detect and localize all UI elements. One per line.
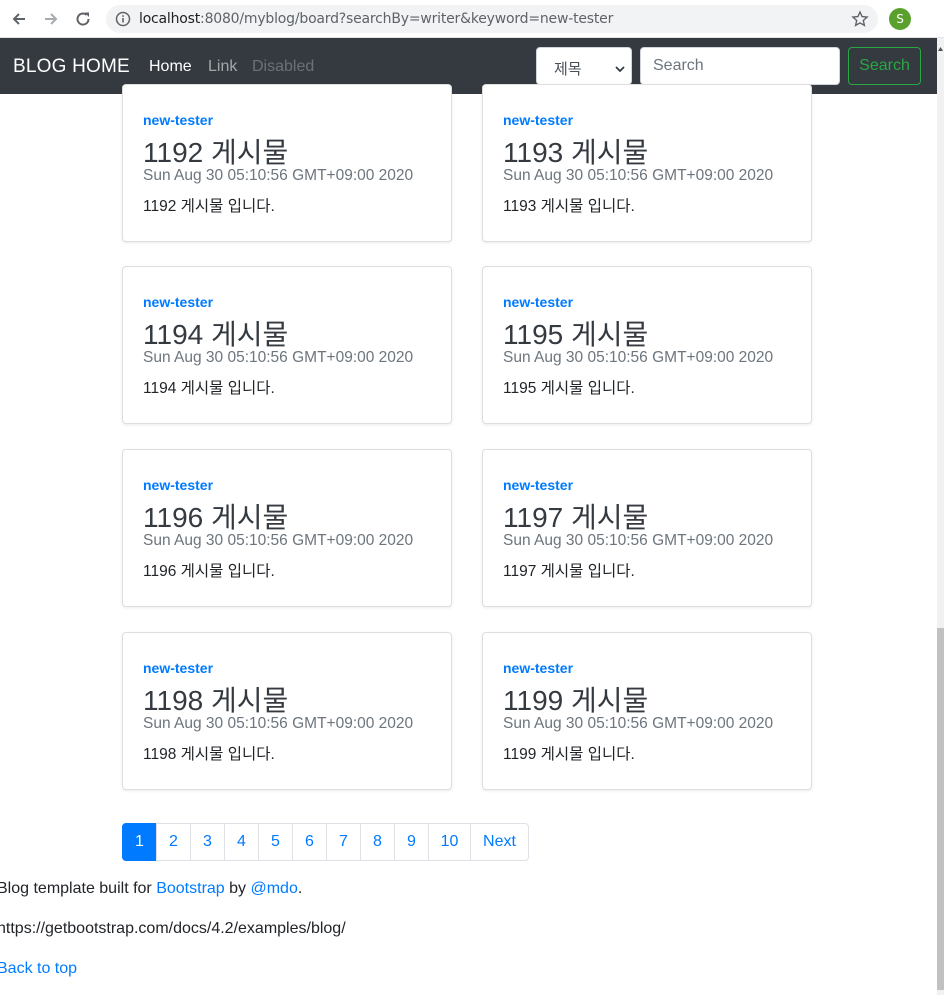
pagination: 1 2 3 4 5 6 7 8 9 10 Next [122,823,529,861]
post-excerpt: 1194 게시물 입니다. [143,380,275,397]
post-date: Sun Aug 30 05:10:56 GMT+09:00 2020 [503,715,774,732]
post-title[interactable]: 1193 게시물 [503,131,648,171]
post-excerpt: 1198 게시물 입니다. [143,746,275,763]
url-path: :8080/myblog/board?searchBy=writer&keywo… [200,11,614,27]
post-excerpt: 1199 게시물 입니다. [503,746,635,763]
page-link-4[interactable]: 4 [224,823,259,861]
footer-period: . [297,880,303,897]
brand-link[interactable]: BLOG HOME [13,56,130,78]
next-page-link[interactable]: Next [470,823,529,861]
post-excerpt: 1193 게시물 입니다. [503,198,635,215]
profile-avatar[interactable]: S [889,8,911,30]
post-card[interactable]: new-tester 1192 게시물 Sun Aug 30 05:10:56 … [122,84,452,242]
page-link-7[interactable]: 7 [326,823,361,861]
footer-credit-text: Blog template built for [0,880,157,897]
reload-icon[interactable] [72,8,94,30]
footer-by-text: by [224,880,251,897]
page-link-1[interactable]: 1 [122,823,157,861]
post-card[interactable]: new-tester 1194 게시물 Sun Aug 30 05:10:56 … [122,266,452,424]
footer-back-to-top: Back to top [0,960,77,978]
post-card[interactable]: new-tester 1199 게시물 Sun Aug 30 05:10:56 … [482,632,812,790]
chevron-down-icon [615,61,625,73]
page-link-9[interactable]: 9 [394,823,429,861]
search-type-select[interactable]: 제목 [536,47,632,85]
post-author[interactable]: new-tester [143,660,213,676]
post-card[interactable]: new-tester 1198 게시물 Sun Aug 30 05:10:56 … [122,632,452,790]
post-author[interactable]: new-tester [503,477,573,493]
post-date: Sun Aug 30 05:10:56 GMT+09:00 2020 [143,167,414,184]
post-title[interactable]: 1199 게시물 [503,679,648,719]
post-author[interactable]: new-tester [503,294,573,310]
scroll-up-arrow-icon[interactable] [937,40,944,51]
url-host: localhost [139,11,201,27]
back-to-top-link[interactable]: Back to top [0,960,77,977]
page-scrollbar[interactable] [937,38,944,995]
page-link-2[interactable]: 2 [156,823,191,861]
post-card[interactable]: new-tester 1193 게시물 Sun Aug 30 05:10:56 … [482,84,812,242]
bootstrap-link[interactable]: Bootstrap [156,880,224,897]
post-author[interactable]: new-tester [143,477,213,493]
nav-link-link[interactable]: Link [208,58,237,76]
browser-toolbar: localhost:8080/myblog/board?searchBy=wri… [0,0,944,38]
post-author[interactable]: new-tester [503,660,573,676]
forward-arrow-icon[interactable] [40,8,62,30]
search-input[interactable] [640,47,840,85]
footer-docs-url: https://getbootstrap.com/docs/4.2/exampl… [0,920,346,937]
post-author[interactable]: new-tester [503,112,573,128]
post-author[interactable]: new-tester [143,294,213,310]
post-date: Sun Aug 30 05:10:56 GMT+09:00 2020 [503,167,774,184]
post-date: Sun Aug 30 05:10:56 GMT+09:00 2020 [143,349,414,366]
post-date: Sun Aug 30 05:10:56 GMT+09:00 2020 [143,532,414,549]
post-excerpt: 1195 게시물 입니다. [503,380,635,397]
post-excerpt: 1196 게시물 입니다. [143,563,275,580]
post-title[interactable]: 1195 게시물 [503,313,648,353]
search-button[interactable]: Search [848,47,921,85]
page-link-3[interactable]: 3 [190,823,225,861]
post-card[interactable]: new-tester 1196 게시물 Sun Aug 30 05:10:56 … [122,449,452,607]
mdo-link[interactable]: @mdo [250,880,297,897]
page-link-8[interactable]: 8 [360,823,395,861]
nav-home-link[interactable]: Home [149,58,192,76]
post-date: Sun Aug 30 05:10:56 GMT+09:00 2020 [503,349,774,366]
post-excerpt: 1192 게시물 입니다. [143,198,275,215]
address-bar[interactable]: localhost:8080/myblog/board?searchBy=wri… [106,5,878,33]
post-card[interactable]: new-tester 1197 게시물 Sun Aug 30 05:10:56 … [482,449,812,607]
scrollbar-thumb[interactable] [937,628,944,990]
page-link-10[interactable]: 10 [428,823,471,861]
post-date: Sun Aug 30 05:10:56 GMT+09:00 2020 [143,715,414,732]
nav-disabled-link: Disabled [252,58,315,75]
page-link-6[interactable]: 6 [292,823,327,861]
post-title[interactable]: 1196 게시물 [143,496,288,536]
post-title[interactable]: 1197 게시물 [503,496,648,536]
page-link-5[interactable]: 5 [258,823,293,861]
post-date: Sun Aug 30 05:10:56 GMT+09:00 2020 [503,532,774,549]
post-author[interactable]: new-tester [143,112,213,128]
post-excerpt: 1197 게시물 입니다. [503,563,635,580]
back-arrow-icon[interactable] [8,8,30,30]
info-icon[interactable] [115,11,131,27]
url-text[interactable]: localhost:8080/myblog/board?searchBy=wri… [139,11,613,27]
bookmark-star-icon[interactable] [851,10,869,28]
footer-credit: Blog template built for Bootstrap by @md… [0,880,302,898]
post-card[interactable]: new-tester 1195 게시물 Sun Aug 30 05:10:56 … [482,266,812,424]
post-title[interactable]: 1194 게시물 [143,313,288,353]
search-type-value: 제목 [554,60,582,78]
post-title[interactable]: 1192 게시물 [143,131,288,171]
post-title[interactable]: 1198 게시물 [143,679,288,719]
